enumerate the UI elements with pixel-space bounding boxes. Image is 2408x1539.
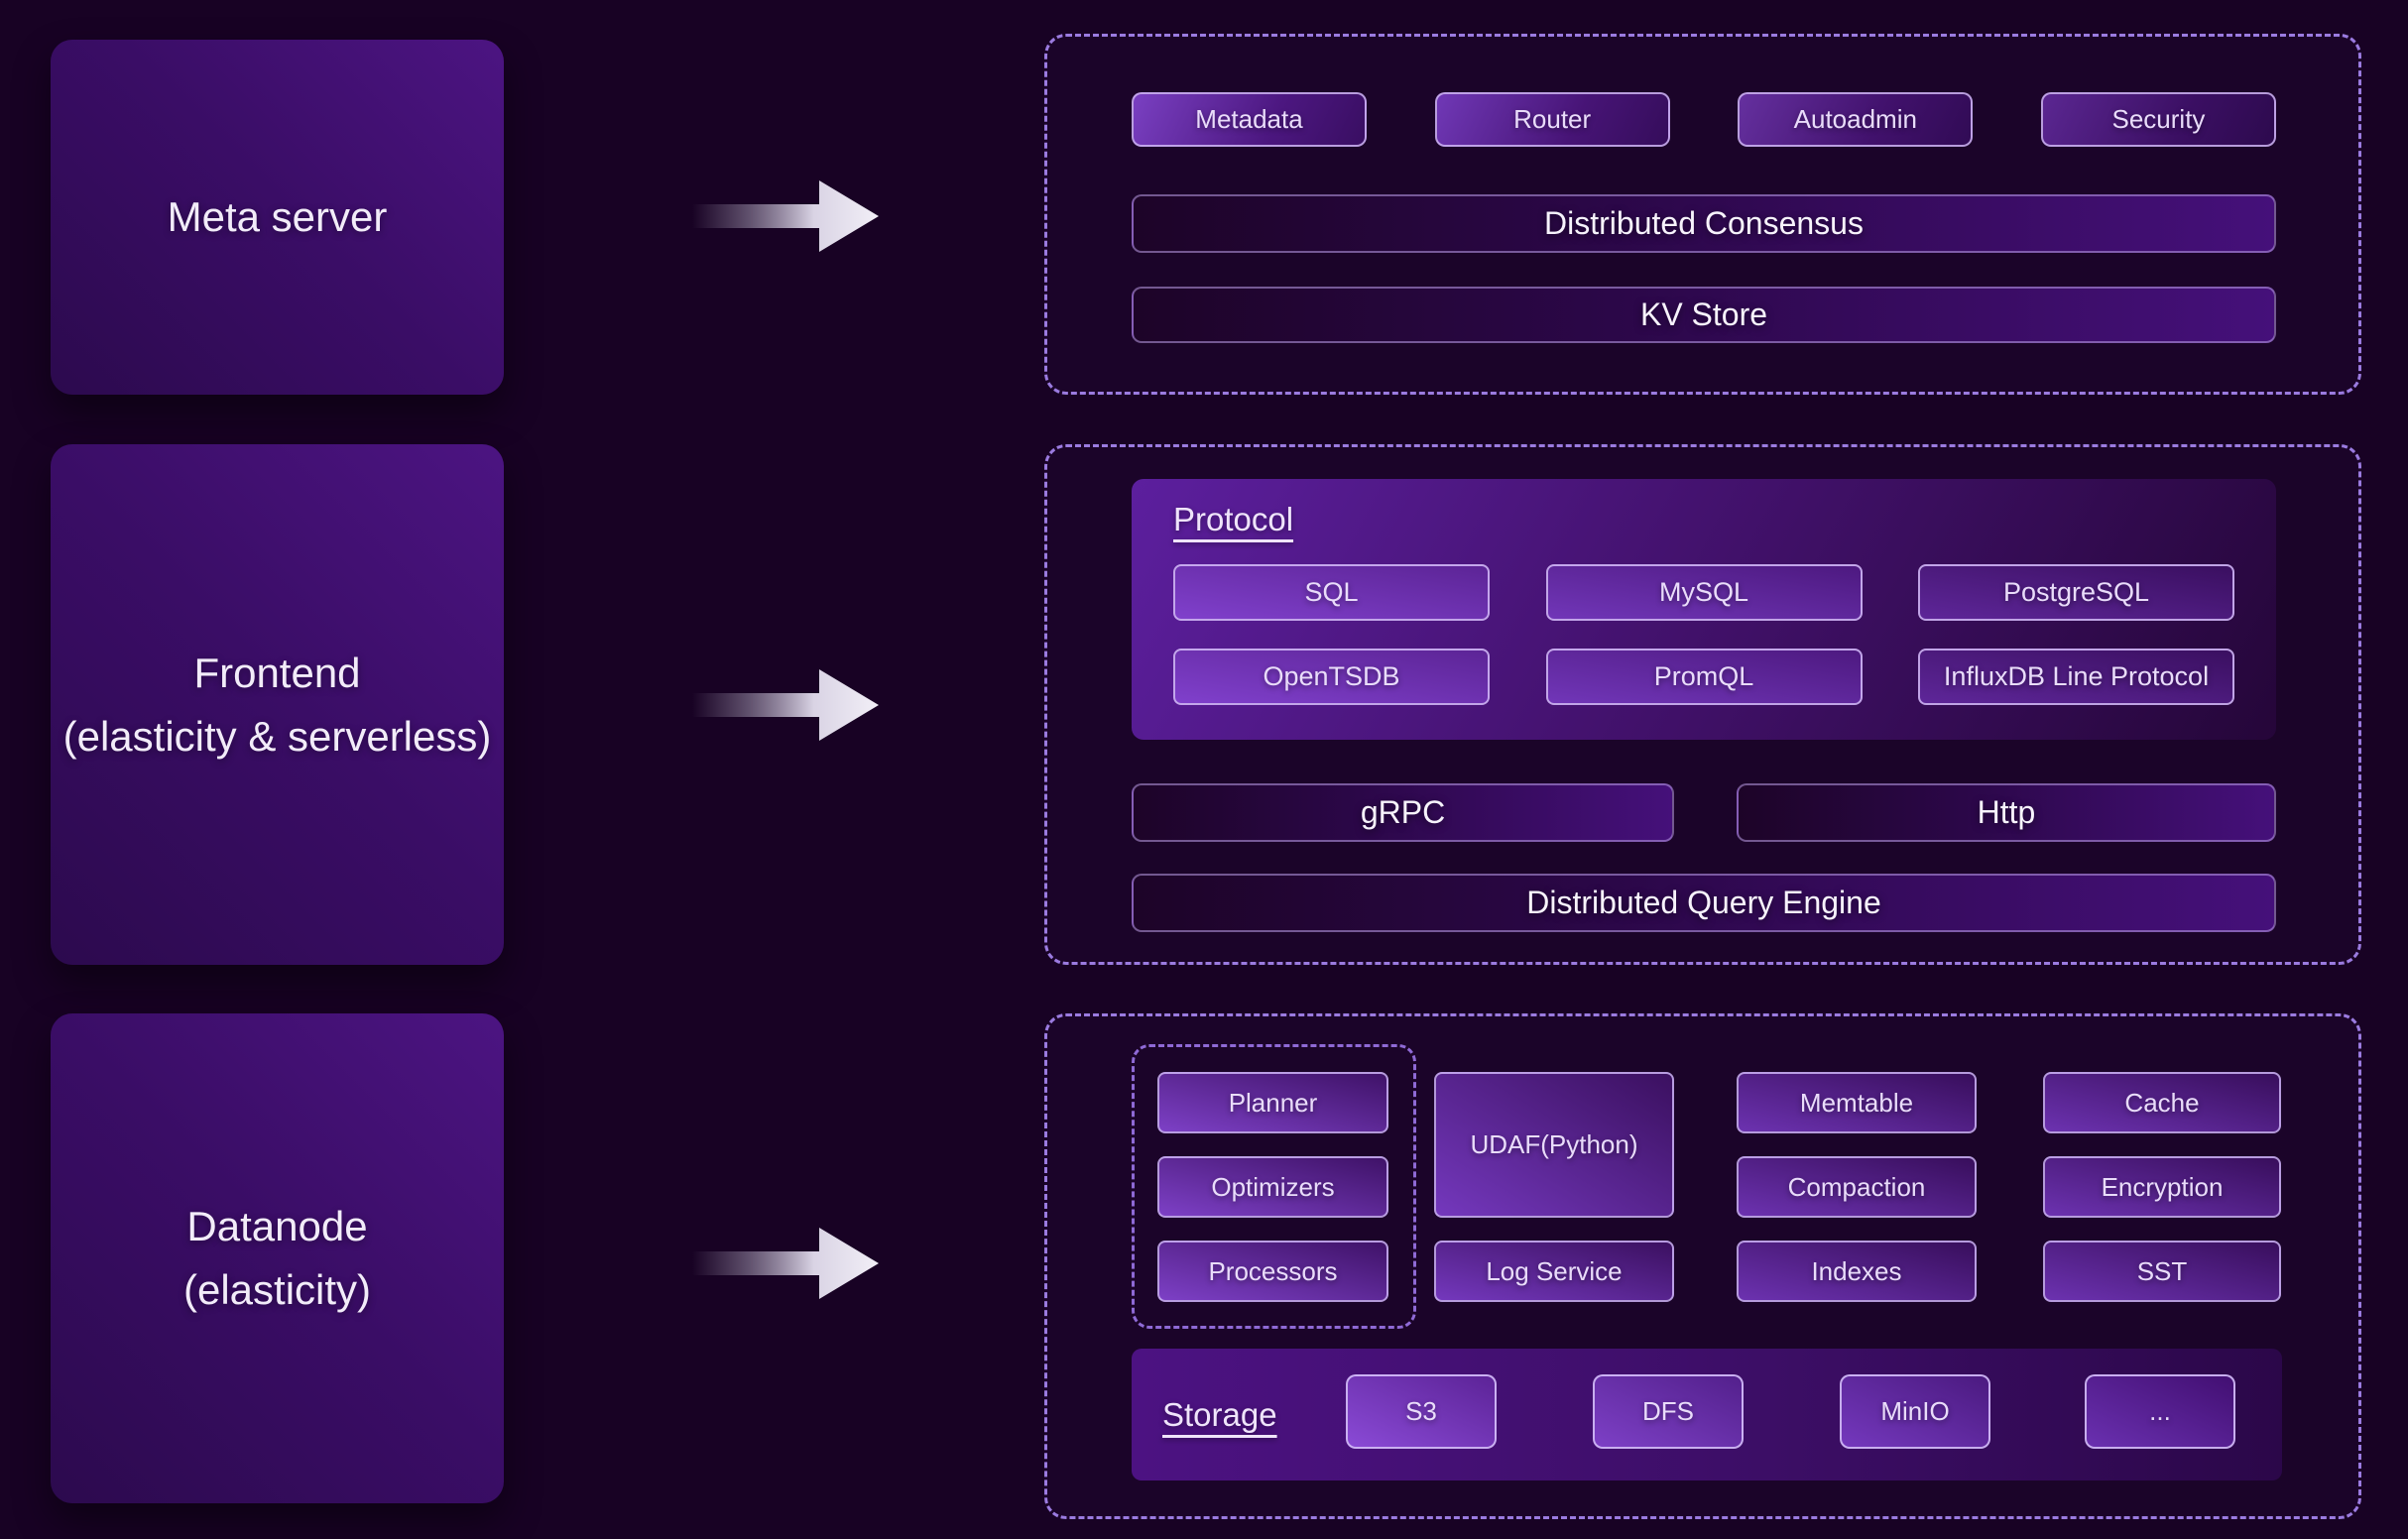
cache-node: Cache — [2043, 1072, 2281, 1133]
grpc-node: gRPC — [1132, 783, 1674, 842]
indexes-node: Indexes — [1737, 1241, 1977, 1302]
frontend-label-line2: (elasticity & serverless) — [63, 705, 492, 769]
promql-node: PromQL — [1546, 649, 1863, 705]
autoadmin-node: Autoadmin — [1738, 92, 1973, 147]
postgresql-node: PostgreSQL — [1918, 564, 2234, 621]
rpc-row: gRPC Http — [1132, 783, 2276, 842]
log-service-node: Log Service — [1434, 1241, 1674, 1302]
protocol-row-1: SQL MySQL PostgreSQL — [1173, 564, 2234, 621]
dfs-node: DFS — [1593, 1374, 1744, 1449]
storage-label: Storage — [1162, 1396, 1277, 1434]
arrow-right-icon — [692, 177, 881, 256]
architecture-diagram: Meta server Frontend (elasticity & serve… — [0, 0, 2408, 1539]
influxdb-line-protocol-node: InfluxDB Line Protocol — [1918, 649, 2234, 705]
processors-node: Processors — [1157, 1241, 1388, 1302]
kv-store-node: KV Store — [1132, 287, 2276, 343]
meta-server-node: Meta server — [51, 40, 504, 395]
meta-chip-row: Metadata Router Autoadmin Security — [1132, 92, 2276, 147]
minio-node: MinIO — [1840, 1374, 1990, 1449]
distributed-consensus-node: Distributed Consensus — [1132, 194, 2276, 253]
datanode-label-line2: (elasticity) — [183, 1258, 371, 1322]
http-node: Http — [1737, 783, 2276, 842]
frontend-node: Frontend (elasticity & serverless) — [51, 444, 504, 965]
sst-node: SST — [2043, 1241, 2281, 1302]
mysql-node: MySQL — [1546, 564, 1863, 621]
security-node: Security — [2041, 92, 2276, 147]
udaf-python-node: UDAF(Python) — [1434, 1072, 1674, 1218]
sql-node: SQL — [1173, 564, 1490, 621]
arrow-right-icon — [692, 665, 881, 745]
opentsdb-node: OpenTSDB — [1173, 649, 1490, 705]
datanode-zone: Planner Optimizers Processors UDAF(Pytho… — [1044, 1013, 2361, 1519]
meta-server-zone: Metadata Router Autoadmin Security Distr… — [1044, 34, 2361, 395]
s3-node: S3 — [1346, 1374, 1497, 1449]
optimizers-node: Optimizers — [1157, 1156, 1388, 1218]
planner-node: Planner — [1157, 1072, 1388, 1133]
protocol-panel: Protocol SQL MySQL PostgreSQL OpenTSDB P… — [1132, 479, 2276, 740]
datanode-label-line1: Datanode — [186, 1195, 367, 1258]
memtable-node: Memtable — [1737, 1072, 1977, 1133]
metadata-node: Metadata — [1132, 92, 1367, 147]
protocol-row-2: OpenTSDB PromQL InfluxDB Line Protocol — [1173, 649, 2234, 705]
frontend-label-line1: Frontend — [193, 642, 360, 705]
meta-server-label: Meta server — [168, 185, 388, 249]
more-storage-node: ... — [2085, 1374, 2235, 1449]
frontend-zone: Protocol SQL MySQL PostgreSQL OpenTSDB P… — [1044, 444, 2361, 965]
distributed-query-engine-node: Distributed Query Engine — [1132, 874, 2276, 932]
router-node: Router — [1435, 92, 1670, 147]
storage-panel: Storage S3 DFS MinIO ... — [1132, 1349, 2282, 1480]
compaction-node: Compaction — [1737, 1156, 1977, 1218]
encryption-node: Encryption — [2043, 1156, 2281, 1218]
protocol-label: Protocol — [1173, 501, 1293, 538]
datanode-node: Datanode (elasticity) — [51, 1013, 504, 1503]
arrow-right-icon — [692, 1224, 881, 1303]
